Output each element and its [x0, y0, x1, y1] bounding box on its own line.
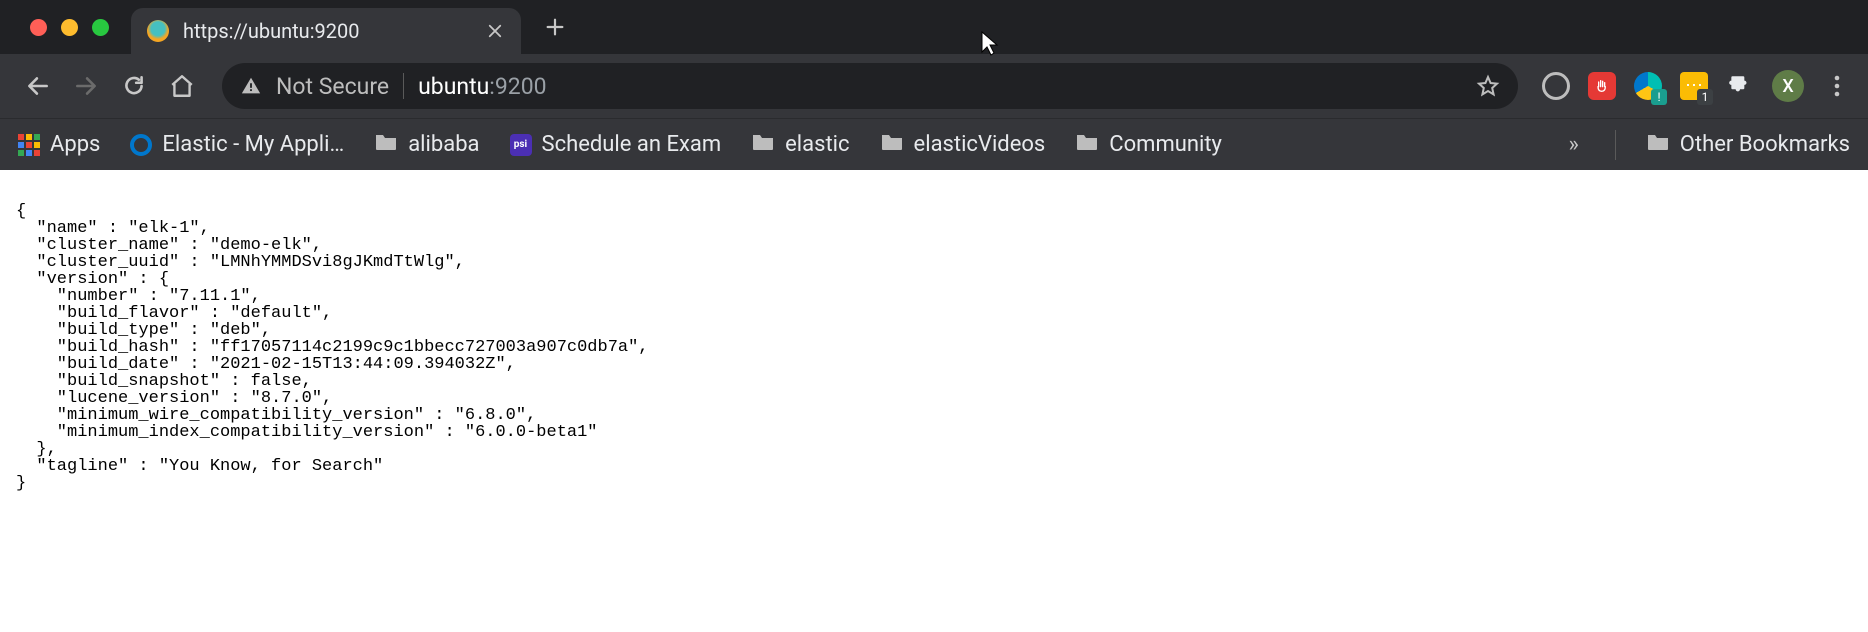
extension-ublock-button[interactable] — [1588, 72, 1616, 100]
other-bookmarks-label: Other Bookmarks — [1680, 132, 1850, 157]
kebab-icon — [1834, 74, 1840, 98]
arrow-right-icon — [73, 73, 99, 99]
url-port: 9200 — [495, 73, 547, 100]
extension-note-badge: 1 — [1697, 89, 1713, 105]
nav-reload-button[interactable] — [112, 64, 156, 108]
extensions-area: ! ⋯ 1 X — [1542, 70, 1852, 102]
bookmark-label: Community — [1109, 132, 1222, 157]
extensions-menu-button[interactable] — [1726, 72, 1754, 100]
nav-forward-button[interactable] — [64, 64, 108, 108]
star-icon — [1476, 74, 1500, 98]
tab-strip: https://ubuntu:9200 — [0, 0, 1868, 54]
extension-generic-button[interactable] — [1542, 72, 1570, 100]
elastic-ring-icon — [130, 134, 152, 156]
not-secure-label: Not Secure — [276, 73, 389, 100]
address-bar[interactable]: Not Secure ubuntu:9200 — [222, 63, 1518, 109]
plus-icon — [544, 16, 566, 38]
url-host: ubuntu — [418, 73, 489, 100]
tab-title: https://ubuntu:9200 — [183, 19, 471, 43]
bookmark-label: Schedule an Exam — [542, 132, 722, 157]
folder-icon — [751, 132, 775, 158]
apps-grid-icon — [18, 134, 40, 156]
window-close-button[interactable] — [30, 19, 47, 36]
folder-icon — [1075, 132, 1099, 158]
browser-tab[interactable]: https://ubuntu:9200 — [131, 8, 521, 54]
folder-icon — [374, 132, 398, 158]
browser-menu-button[interactable] — [1822, 74, 1852, 98]
url-text: ubuntu:9200 — [418, 73, 546, 100]
window-minimize-button[interactable] — [61, 19, 78, 36]
extension-elastic-badge: ! — [1651, 89, 1667, 105]
bookmark-item[interactable]: Community — [1075, 132, 1222, 158]
folder-icon — [1646, 132, 1670, 158]
bookmarks-bar: Apps Elastic - My Appli… alibaba psi Schedu… — [0, 118, 1868, 170]
avatar-initial: X — [1782, 76, 1793, 97]
bookmark-item[interactable]: Elastic - My Appli… — [130, 132, 344, 157]
tab-favicon-icon — [147, 20, 169, 42]
hand-icon — [1594, 78, 1610, 94]
bookmark-item[interactable]: alibaba — [374, 132, 479, 158]
nav-back-button[interactable] — [16, 64, 60, 108]
window-controls — [10, 19, 131, 36]
apps-label: Apps — [50, 132, 100, 157]
bookmark-item[interactable]: psi Schedule an Exam — [510, 132, 722, 157]
mouse-cursor-icon — [980, 30, 1000, 58]
bookmark-label: elasticVideos — [914, 132, 1046, 157]
bookmark-label: alibaba — [408, 132, 479, 157]
apps-button[interactable]: Apps — [18, 132, 100, 157]
window-zoom-button[interactable] — [92, 19, 109, 36]
nav-home-button[interactable] — [160, 64, 204, 108]
close-icon — [486, 22, 504, 40]
home-icon — [169, 73, 195, 99]
folder-icon — [880, 132, 904, 158]
puzzle-icon — [1727, 73, 1753, 99]
browser-toolbar: Not Secure ubuntu:9200 ! ⋯ 1 X — [0, 54, 1868, 118]
arrow-left-icon — [25, 73, 51, 99]
bookmarks-list: Elastic - My Appli… alibaba psi Schedule an… — [130, 132, 1532, 158]
response-body[interactable]: { "name" : "elk-1", "cluster_name" : "de… — [0, 187, 1868, 492]
psi-icon: psi — [510, 134, 532, 156]
omnibox-separator — [403, 73, 404, 99]
bookmarks-overflow-button[interactable]: » — [1562, 132, 1584, 157]
new-tab-button[interactable] — [535, 7, 575, 47]
other-bookmarks-button[interactable]: Other Bookmarks — [1646, 132, 1850, 158]
bookmark-label: elastic — [785, 132, 849, 157]
profile-avatar-button[interactable]: X — [1772, 70, 1804, 102]
bookmark-item[interactable]: elastic — [751, 132, 849, 158]
tab-close-button[interactable] — [485, 21, 505, 41]
not-secure-icon — [240, 75, 262, 97]
bookmark-star-button[interactable] — [1476, 74, 1500, 98]
extension-elastic-button[interactable]: ! — [1634, 72, 1662, 100]
bookmark-label: Elastic - My Appli… — [162, 132, 344, 157]
bookmark-item[interactable]: elasticVideos — [880, 132, 1046, 158]
extension-note-button[interactable]: ⋯ 1 — [1680, 72, 1708, 100]
bookmarks-divider — [1615, 130, 1616, 160]
reload-icon — [121, 73, 147, 99]
